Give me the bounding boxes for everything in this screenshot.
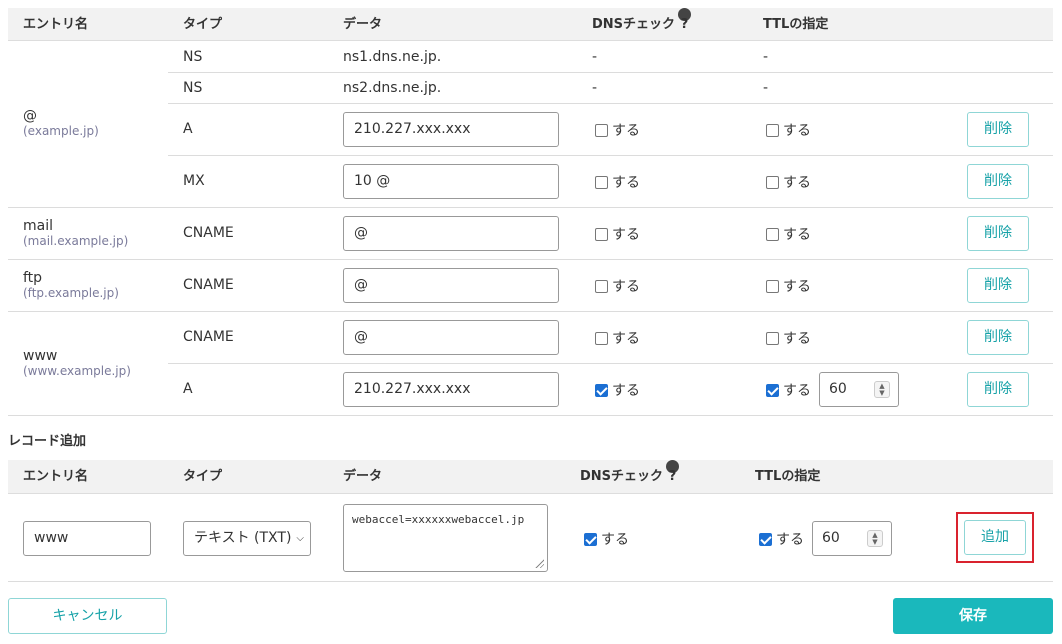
col-entry-name: エントリ名: [23, 17, 89, 32]
ttl-checkbox[interactable]: する: [766, 225, 811, 243]
delete-button[interactable]: 削除: [967, 164, 1029, 199]
question-circle-icon[interactable]: ?: [666, 460, 680, 484]
row-divider: [168, 72, 1053, 73]
col-ttl: TTLの指定: [763, 17, 829, 32]
dns-check-checkbox[interactable]: する: [595, 121, 640, 139]
record-type: CNAME: [183, 277, 234, 293]
col-type: タイプ: [183, 469, 223, 484]
chevron-down-icon: ⌵: [296, 533, 304, 544]
add-dns-check-checkbox[interactable]: する: [584, 530, 629, 548]
checkbox-checked-icon[interactable]: [759, 532, 772, 546]
record-type: NS: [183, 49, 203, 65]
dns-check-checkbox[interactable]: する: [595, 329, 640, 347]
record-data-input[interactable]: @: [343, 268, 559, 303]
row-divider: [8, 415, 1053, 416]
col-entry-name: エントリ名: [23, 469, 89, 484]
record-data-input[interactable]: 10 @: [343, 164, 559, 199]
add-ttl-number-input[interactable]: 60 ▲ ▼: [812, 521, 892, 556]
row-divider: [168, 363, 1053, 364]
delete-button[interactable]: 削除: [967, 112, 1029, 147]
record-type: MX: [183, 173, 205, 189]
record-data: ns1.dns.ne.jp.: [343, 49, 442, 65]
col-dns-check: DNSチェック?: [592, 8, 692, 41]
record-type: CNAME: [183, 329, 234, 345]
checkbox-icon[interactable]: [595, 331, 608, 345]
question-circle-icon[interactable]: ?: [678, 8, 692, 32]
col-data: データ: [343, 17, 383, 32]
checkbox-icon[interactable]: [766, 227, 779, 241]
delete-button[interactable]: 削除: [967, 320, 1029, 355]
checkbox-icon[interactable]: [595, 227, 608, 241]
checkbox-icon[interactable]: [595, 279, 608, 293]
highlight-box: [956, 512, 1034, 563]
record-ttl: -: [763, 80, 769, 96]
checkbox-icon[interactable]: [766, 175, 779, 189]
ttl-number-input[interactable]: 60 ▲ ▼: [819, 372, 899, 407]
row-divider: [8, 207, 1053, 208]
delete-button[interactable]: 削除: [967, 372, 1029, 407]
record-data: ns2.dns.ne.jp.: [343, 80, 442, 96]
delete-button[interactable]: 削除: [967, 268, 1029, 303]
record-type: A: [183, 381, 193, 397]
save-button[interactable]: 保存: [893, 598, 1053, 634]
record-dns: -: [592, 80, 598, 96]
row-divider: [168, 155, 1053, 156]
checkbox-icon[interactable]: [766, 279, 779, 293]
record-type: CNAME: [183, 225, 234, 241]
row-divider: [168, 103, 1053, 104]
checkbox-checked-icon[interactable]: [766, 383, 779, 397]
entry-ftp: ftp (ftp.example.jp): [23, 270, 119, 301]
entry-mail: mail (mail.example.jp): [23, 218, 129, 249]
spinner-icon[interactable]: ▲ ▼: [874, 381, 890, 398]
dns-check-checkbox[interactable]: する: [595, 225, 640, 243]
ttl-checkbox[interactable]: する: [766, 173, 811, 191]
spinner-icon[interactable]: ▲ ▼: [867, 530, 883, 547]
col-dns-check: DNSチェック?: [580, 460, 680, 494]
add-data-textarea[interactable]: webaccel=xxxxxxwebaccel.jp: [343, 504, 548, 572]
row-divider: [8, 581, 1053, 582]
col-type: タイプ: [183, 17, 223, 32]
dns-check-checkbox[interactable]: する: [595, 381, 640, 399]
cancel-button[interactable]: キャンセル: [8, 598, 167, 634]
checkbox-icon[interactable]: [766, 123, 779, 137]
add-record-header: エントリ名 タイプ データ DNSチェック? TTLの指定: [8, 460, 1053, 494]
checkbox-icon[interactable]: [595, 123, 608, 137]
checkbox-checked-icon[interactable]: [595, 383, 608, 397]
record-data-input[interactable]: @: [343, 320, 559, 355]
add-record-title: レコード追加: [8, 434, 87, 449]
checkbox-icon[interactable]: [595, 175, 608, 189]
checkbox-checked-icon[interactable]: [584, 532, 597, 546]
ttl-checkbox[interactable]: する: [766, 277, 811, 295]
record-type: NS: [183, 80, 203, 96]
add-ttl-checkbox[interactable]: する: [759, 530, 804, 548]
records-table-header: エントリ名 タイプ データ DNSチェック? TTLの指定: [8, 8, 1053, 41]
ttl-checkbox[interactable]: する: [766, 121, 811, 139]
ttl-checkbox[interactable]: する: [766, 329, 811, 347]
resize-handle-icon[interactable]: [534, 558, 544, 568]
checkbox-icon[interactable]: [766, 331, 779, 345]
record-data-input[interactable]: 210.227.xxx.xxx: [343, 112, 559, 147]
row-divider: [8, 259, 1053, 260]
add-type-select[interactable]: テキスト (TXT) ⌵: [183, 521, 311, 556]
row-divider: [8, 311, 1053, 312]
col-ttl: TTLの指定: [755, 469, 821, 484]
record-data-input[interactable]: 210.227.xxx.xxx: [343, 372, 559, 407]
record-ttl: -: [763, 49, 769, 65]
record-type: A: [183, 121, 193, 137]
dns-check-checkbox[interactable]: する: [595, 277, 640, 295]
entry-root: @ (example.jp): [23, 108, 99, 139]
record-data-input[interactable]: @: [343, 216, 559, 251]
delete-button[interactable]: 削除: [967, 216, 1029, 251]
dns-check-checkbox[interactable]: する: [595, 173, 640, 191]
col-data: データ: [343, 469, 383, 484]
add-entry-input[interactable]: www: [23, 521, 151, 556]
record-dns: -: [592, 49, 598, 65]
ttl-checkbox[interactable]: する: [766, 381, 811, 399]
entry-www: www (www.example.jp): [23, 348, 131, 379]
